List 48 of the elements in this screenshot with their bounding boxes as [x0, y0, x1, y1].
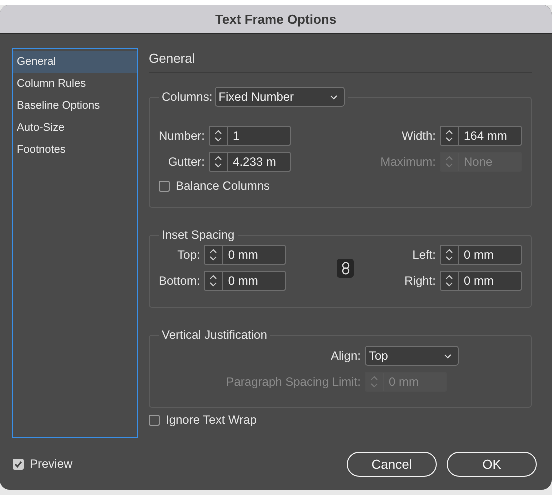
checkbox[interactable]: [13, 458, 24, 470]
stepper-icon[interactable]: [209, 274, 218, 288]
chevron-down-icon: [330, 94, 338, 100]
stepper-icon[interactable]: [445, 129, 454, 143]
sidebar-item[interactable]: Auto-Size: [13, 117, 137, 139]
number-field[interactable]: 164 mm: [440, 126, 522, 146]
stepper-icon[interactable]: [214, 155, 224, 169]
group-title: Vertical Justification: [162, 328, 268, 342]
number-field[interactable]: 0 mm: [440, 245, 522, 265]
chevron-down-icon: [444, 354, 452, 358]
columns-label: Columns:: [162, 90, 213, 104]
field-label: Gutter:: [168, 155, 206, 169]
field-label: Left:: [412, 248, 436, 262]
field-label: Width:: [402, 129, 436, 143]
dialog-button[interactable]: Cancel: [347, 452, 437, 476]
chain-link-icon: [342, 262, 350, 274]
columns-dropdown[interactable]: Fixed Number: [214, 87, 345, 107]
sidebar-item[interactable]: Column Rules: [13, 73, 137, 95]
sidebar-item[interactable]: Footnotes: [13, 139, 137, 161]
number-field[interactable]: 1: [209, 126, 292, 146]
stepper-icon[interactable]: [214, 129, 224, 143]
sidebar-item[interactable]: General: [13, 51, 137, 73]
group-title: Inset Spacing: [162, 228, 235, 242]
stepper-icon[interactable]: [445, 248, 454, 262]
align-dropdown[interactable]: Top: [365, 346, 459, 366]
checkbox-label: Ignore Text Wrap: [166, 413, 257, 427]
stepper-icon[interactable]: [445, 274, 454, 288]
window-title: Text Frame Options: [215, 12, 337, 26]
field-label: Number:: [159, 129, 206, 143]
section-title: General: [149, 48, 532, 73]
checkbox-label: Balance Columns: [176, 179, 270, 193]
checkbox[interactable]: [159, 180, 170, 192]
field-label: Bottom:: [159, 274, 200, 288]
sidebar-item[interactable]: Baseline Options: [13, 95, 137, 117]
number-field[interactable]: 0 mm: [440, 271, 522, 291]
link-button[interactable]: [337, 258, 354, 278]
field-label: Maximum:: [380, 155, 436, 169]
field-label: Align:: [330, 349, 361, 363]
checkbox[interactable]: [149, 414, 160, 426]
number-field[interactable]: 0 mm: [204, 271, 286, 291]
field-label: Paragraph Spacing Limit:: [226, 375, 361, 389]
field-label: Right:: [404, 274, 436, 288]
checkbox-label: Preview: [30, 457, 73, 471]
field-label: Top:: [178, 248, 200, 262]
dialog-button[interactable]: OK: [447, 452, 537, 476]
number-field[interactable]: 0 mm: [204, 245, 286, 265]
stepper-icon[interactable]: [209, 248, 218, 262]
number-field[interactable]: 4.233 m: [209, 152, 292, 172]
